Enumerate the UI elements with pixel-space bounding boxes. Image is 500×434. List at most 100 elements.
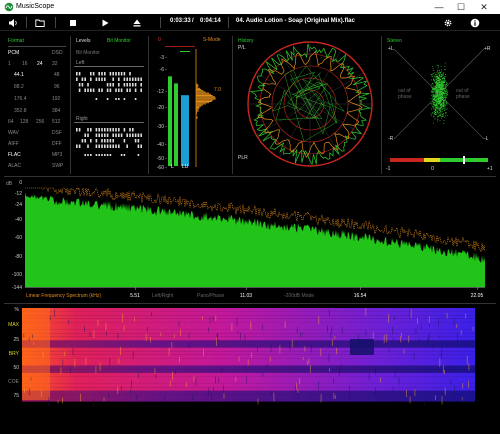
svg-text:-40: -40 [157,142,164,148]
mode-pano-phase[interactable]: Pano/Phase [197,293,224,299]
svg-text:-12: -12 [157,89,164,95]
bits-24-active: 24 [37,61,43,67]
time-separator: / [192,18,194,24]
minimize-button[interactable]: — [430,0,448,14]
divider [8,46,66,47]
svg-text:-30: -30 [157,124,164,130]
toolbar: 0:03:33 / 0:04:14 04. Audio Lotion - Soa… [0,14,500,31]
rate-384: 384 [52,108,61,114]
rate-352-8: 352.8 [14,108,27,114]
lu-label: LU [182,164,189,170]
container-flac-active: FLAC [8,152,21,158]
svg-text:-3: -3 [160,55,165,61]
dsd-128: 128 [20,119,29,125]
svg-text:-50: -50 [157,156,164,162]
maximize-button[interactable]: ☐ [452,0,470,14]
svg-text:50: 50 [13,365,19,371]
out-of-phase-left: out of phase [398,88,412,100]
folder-icon[interactable] [35,18,45,28]
panel-divider [232,36,233,174]
container-dff: DFF [52,141,62,147]
window-title: MusicScope [16,3,55,10]
correlation-max: +1 [487,166,493,172]
svg-text:-144: -144 [12,285,22,291]
left-level-bar [168,76,172,166]
peak-value: 7.0 [214,87,221,93]
stereo-vectorscope [390,48,488,164]
svg-text:25: 25 [13,337,19,343]
bit-monitor-grid [74,66,144,156]
play-icon[interactable] [100,18,110,28]
svg-text:-12: -12 [15,191,22,197]
container-swp: SWP [52,163,64,169]
bits-1: 1 [8,61,11,67]
minus-l-label: -L [484,136,489,142]
divider [4,303,496,304]
svg-text:-100: -100 [12,272,22,278]
levels-title: Levels [76,38,91,44]
level-meter: -3 -6 -12 -20 -30 -40 -50 -60 [157,46,216,171]
loudness-histogram [195,49,216,167]
history-radar [247,41,373,167]
svg-text:BRY: BRY [9,351,20,357]
rate-192: 192 [52,96,61,102]
rate-48: 48 [54,72,60,78]
frequency-spectrum: 0 -12 -24 -40 -60 -80 -100 -144 5.51 11.03 16.54 2… [12,180,486,299]
rate-96: 96 [54,84,60,90]
rate-44-1: 44.1 [14,72,24,78]
spectrum-y-ticks: 0 -12 -24 -40 -60 -80 -100 -144 [12,180,22,291]
svg-text:-40: -40 [15,217,22,223]
title-bar: MusicScope — ☐ ✕ [0,0,500,14]
svg-text:-24: -24 [15,202,22,208]
dsd-256: 256 [36,119,45,125]
right-bit-grid [76,128,142,156]
close-button[interactable]: ✕ [475,0,493,14]
track-title: 04. Audio Lotion - Soap (Original Mix).f… [236,18,355,24]
correlation-mid: 0 [431,166,434,172]
eject-icon[interactable] [132,18,142,28]
loudness-bar [181,95,189,166]
minus-r-label: -R [388,136,394,142]
bits-16: 16 [22,61,28,67]
dsd-64: 64 [8,119,14,125]
svg-text:75: 75 [13,393,19,399]
toolbar-separator [26,17,27,28]
stereo-scatter [430,62,449,124]
time-total: 0:04:14 [200,18,221,24]
left-bit-grid [76,72,142,100]
out-of-phase-right: out of phase [456,88,470,100]
svg-text:-60: -60 [157,165,164,171]
svg-text:16.54: 16.54 [354,293,367,299]
mode-left-right[interactable]: Left/Right [152,293,173,299]
svg-text:11.03: 11.03 [240,293,252,299]
gear-icon[interactable] [443,18,453,28]
spectrogram-y-ticks: % MAX 25 BRY 50 COE 75 [8,307,20,399]
toolbar-separator [55,17,56,28]
rate-176-4: 176.4 [14,96,27,102]
bit-monitor-label: Bit Monitor [76,50,100,56]
dsd-512: 512 [52,119,61,125]
svg-text:-6: -6 [160,67,165,73]
svg-text:-80: -80 [15,254,22,260]
levels-mode-tab[interactable]: Bit Monitor [107,38,131,44]
toolbar-separator [228,17,229,28]
correlation-min: -1 [386,166,391,172]
mode-200db[interactable]: -200dB Mode [284,293,314,299]
pcm-label: PCM [8,50,20,56]
info-icon[interactable] [470,18,480,28]
svg-text:%: % [15,307,20,313]
svg-text:5.51: 5.51 [130,293,140,299]
stop-icon[interactable] [68,18,78,28]
app-logo-icon [4,2,14,12]
spectrum-x-label: Linear Frequency Spectrum (kHz) [26,293,102,299]
svg-text:COE: COE [8,379,20,385]
dsd-label: DSD [52,50,63,56]
svg-text:-20: -20 [157,105,164,111]
svg-text:-60: -60 [15,235,22,241]
panel-divider [70,36,71,174]
panel-divider [381,36,382,174]
container-wav: WAV [8,130,19,136]
peak-hold-line [180,51,190,52]
speaker-icon[interactable] [8,18,18,28]
bits-32: 32 [52,61,58,67]
